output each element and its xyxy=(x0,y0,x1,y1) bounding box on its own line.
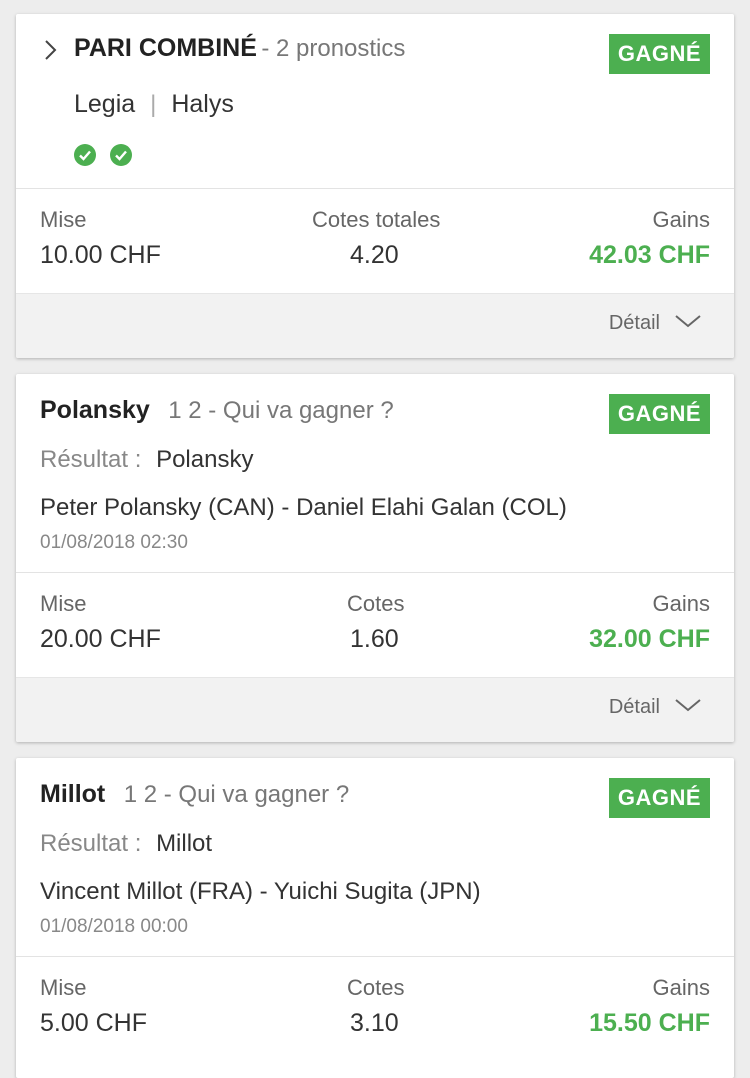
expand-chevron-icon[interactable] xyxy=(40,38,60,62)
status-badge: GAGNÉ xyxy=(609,778,710,818)
bet-subtitle: - 2 pronostics xyxy=(261,35,406,62)
detail-label: Détail xyxy=(608,696,660,718)
stake-value: 10.00 CHF xyxy=(40,241,161,269)
result-label: Résultat : xyxy=(40,446,142,473)
bet-title: Polansky xyxy=(40,396,150,424)
team-name: Legia xyxy=(74,90,136,118)
team-separator: | xyxy=(150,91,157,118)
match-date: 01/08/2018 02:30 xyxy=(40,532,188,553)
bet-card-single: Millot 1 2 - Qui va gagner ? GAGNÉ Résul… xyxy=(16,758,734,1078)
detail-label: Détail xyxy=(608,312,660,334)
bet-stats: Mise 20.00 CHF Cotes 1.60 Gains 32.00 CH… xyxy=(16,572,734,677)
result-value: Polansky xyxy=(156,446,254,473)
chevron-down-icon xyxy=(674,312,702,335)
gain-label: Gains xyxy=(652,207,710,232)
gain-value: 15.50 CHF xyxy=(589,1009,710,1037)
stake-value: 20.00 CHF xyxy=(40,625,161,653)
bet-title-row: Polansky 1 2 - Qui va gagner ? xyxy=(40,396,394,425)
card-footer: Détail xyxy=(16,677,734,742)
bet-title-row: PARI COMBINÉ - 2 pronostics xyxy=(74,34,405,63)
bet-market: 1 2 - Qui va gagner ? xyxy=(123,781,350,808)
odds-value: 4.20 xyxy=(350,241,399,269)
gain-value: 42.03 CHF xyxy=(589,241,710,269)
pick-status-icons xyxy=(74,144,132,171)
chevron-down-icon xyxy=(674,696,702,719)
odds-label: Cotes xyxy=(347,975,405,1000)
stake-value: 5.00 CHF xyxy=(40,1009,147,1037)
match-name: Vincent Millot (FRA) - Yuichi Sugita (JP… xyxy=(40,878,481,905)
detail-toggle[interactable]: Détail xyxy=(609,696,702,719)
card-footer: Détail xyxy=(16,293,734,358)
check-circle-icon xyxy=(74,144,96,171)
stake-label: Mise xyxy=(40,591,87,616)
teams-row: Legia | Halys xyxy=(74,90,234,119)
result-row: Résultat : Polansky xyxy=(40,446,253,474)
match-date: 01/08/2018 00:00 xyxy=(40,916,188,937)
status-badge: GAGNÉ xyxy=(609,394,710,434)
stake-label: Mise xyxy=(40,207,87,232)
bet-title-row: Millot 1 2 - Qui va gagner ? xyxy=(40,780,349,809)
check-circle-icon xyxy=(110,144,132,171)
gain-label: Gains xyxy=(652,591,710,616)
detail-toggle[interactable]: Détail xyxy=(609,312,702,335)
result-row: Résultat : Millot xyxy=(40,830,212,858)
bet-stats: Mise 10.00 CHF Cotes totales 4.20 Gains … xyxy=(16,188,734,293)
bet-title: Millot xyxy=(40,780,106,808)
odds-label: Cotes totales xyxy=(312,207,441,232)
bet-title: PARI COMBINÉ xyxy=(74,34,257,62)
result-value: Millot xyxy=(156,830,213,857)
bet-card-single: Polansky 1 2 - Qui va gagner ? GAGNÉ Rés… xyxy=(16,374,734,742)
gain-value: 32.00 CHF xyxy=(589,625,710,653)
bet-market: 1 2 - Qui va gagner ? xyxy=(168,397,394,424)
stake-label: Mise xyxy=(40,975,87,1000)
result-label: Résultat : xyxy=(40,830,142,857)
team-name: Halys xyxy=(171,90,234,118)
odds-value: 1.60 xyxy=(350,625,399,653)
bet-card-combined: PARI COMBINÉ - 2 pronostics GAGNÉ Legia … xyxy=(16,14,734,358)
match-name: Peter Polansky (CAN) - Daniel Elahi Gala… xyxy=(40,494,567,521)
odds-value: 3.10 xyxy=(350,1009,399,1037)
odds-label: Cotes xyxy=(347,591,405,616)
bet-stats: Mise 5.00 CHF Cotes 3.10 Gains 15.50 CHF xyxy=(16,956,734,1061)
status-badge: GAGNÉ xyxy=(609,34,710,74)
gain-label: Gains xyxy=(652,975,710,1000)
